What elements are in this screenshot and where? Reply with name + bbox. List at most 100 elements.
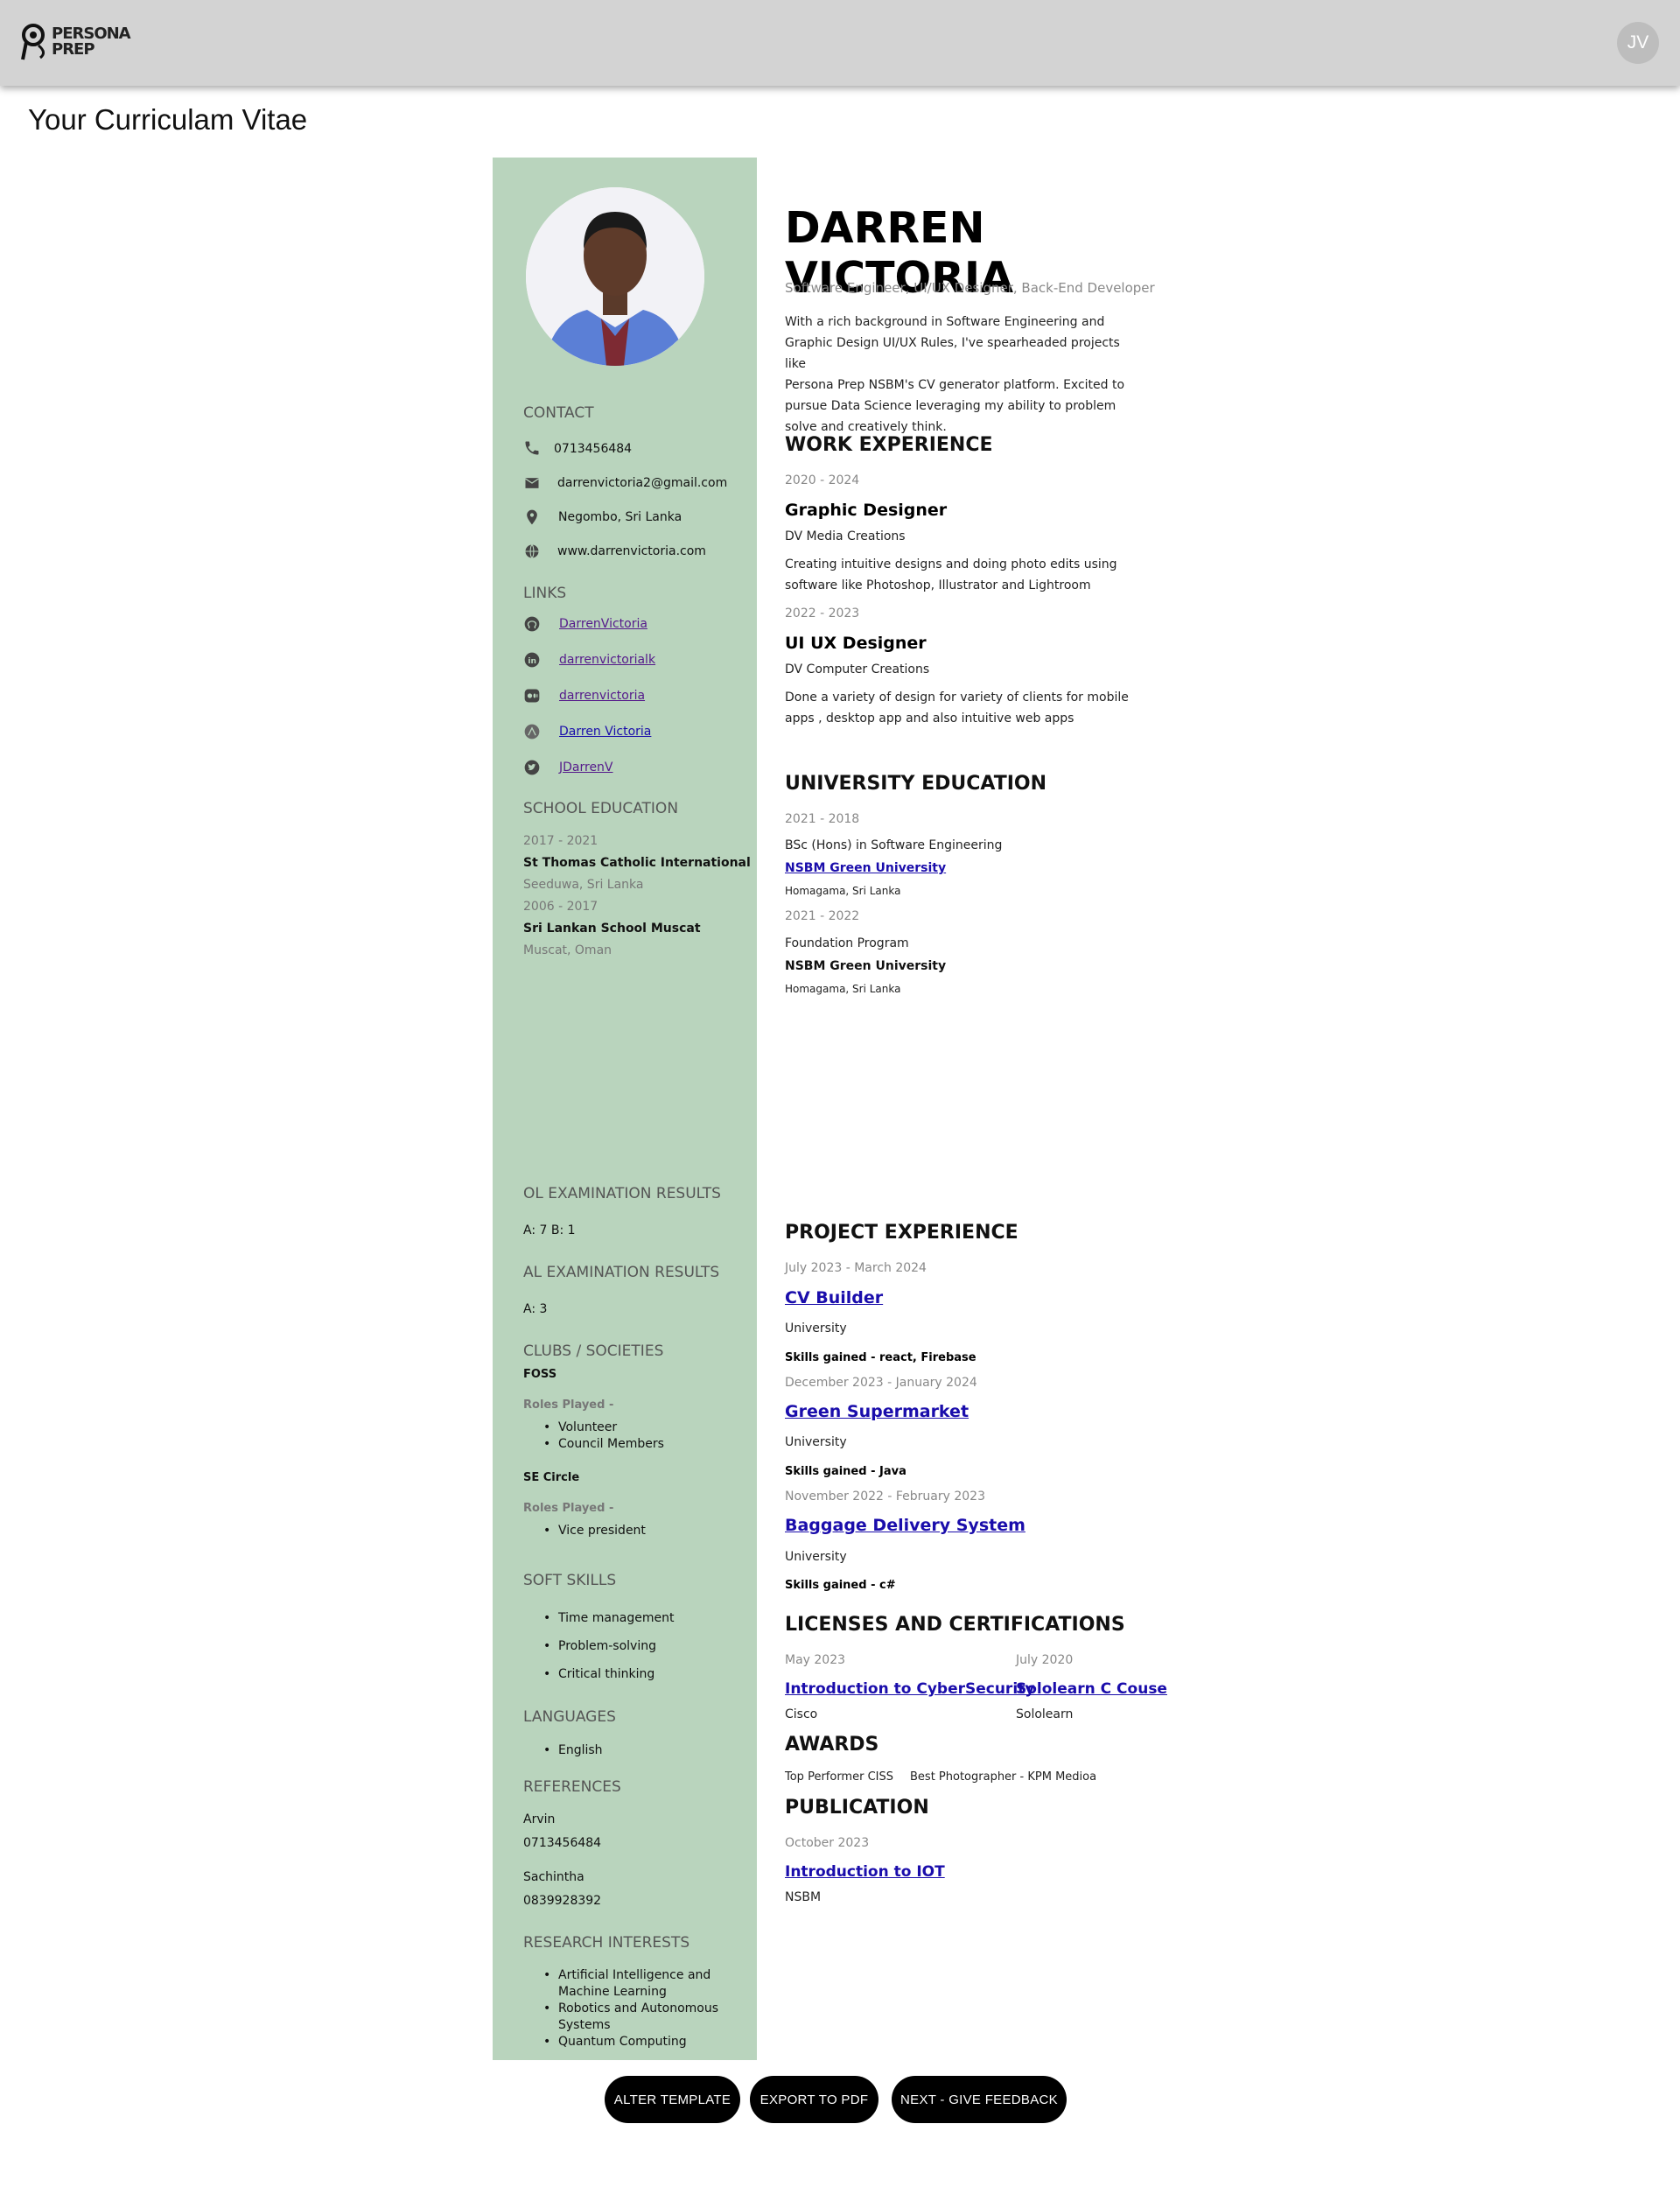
work-experience-heading: WORK EXPERIENCE (785, 434, 993, 456)
page-title: Your Curriculam Vitae (28, 103, 308, 136)
work-company: DV Media Creations (785, 529, 906, 543)
research-item-cont: Machine Learning (558, 1985, 667, 1999)
work-description: Done a variety of design for variety of … (785, 690, 1129, 725)
logo-mark-icon (21, 24, 45, 60)
top-app-bar: PERSONA PREP JV (0, 0, 1680, 86)
school-name: Sri Lankan School Muscat (523, 922, 701, 936)
project-skills: Skills gained - Java (785, 1465, 906, 1478)
project-dates: December 2023 - January 2024 (785, 1376, 977, 1390)
publication-heading: PUBLICATION (785, 1797, 929, 1819)
club-role-item: Vice president (543, 1524, 646, 1538)
license-title-link[interactable]: Sololearn C Couse (1016, 1680, 1167, 1698)
al-results-heading: AL EXAMINATION RESULTS (523, 1264, 720, 1281)
reference-phone: 0839928392 (523, 1894, 602, 1908)
contact-heading: CONTACT (523, 404, 594, 422)
research-item: Robotics and Autonomous (543, 2001, 718, 2015)
phone-icon (525, 441, 539, 455)
university-place: Homagama, Sri Lanka (785, 983, 901, 995)
reference-name: Sachintha (523, 1870, 584, 1884)
project-experience-heading: PROJECT EXPERIENCE (785, 1222, 1018, 1244)
project-title-link[interactable]: Baggage Delivery System (785, 1516, 1026, 1535)
reference-phone: 0713456484 (523, 1836, 602, 1850)
user-avatar-button[interactable]: JV (1617, 22, 1659, 64)
award-item: Top Performer CISS (785, 1770, 893, 1784)
publication-title-link[interactable]: Introduction to IOT (785, 1863, 945, 1881)
work-title: UI UX Designer (785, 634, 927, 653)
school-education-heading: SCHOOL EDUCATION (523, 800, 679, 817)
languages-heading: LANGUAGES (523, 1708, 616, 1726)
twitter-icon (524, 760, 540, 775)
linkedin-icon: in (524, 652, 540, 668)
university-place: Homagama, Sri Lanka (785, 885, 901, 897)
club-role-item: Volunteer (543, 1420, 617, 1434)
alter-template-button[interactable]: ALTER TEMPLATE (605, 2076, 740, 2123)
project-org: University (785, 1321, 847, 1335)
license-issuer: Cisco (785, 1707, 818, 1721)
soft-skill-item: Problem-solving (543, 1639, 656, 1653)
club-role-item: Council Members (543, 1437, 664, 1451)
logo-text: PERSONA PREP (52, 25, 131, 59)
reference-name: Arvin (523, 1812, 556, 1826)
research-item: Quantum Computing (543, 2035, 687, 2049)
svg-text:in: in (528, 656, 536, 666)
export-pdf-button[interactable]: EXPORT TO PDF (750, 2076, 878, 2123)
globe-icon (525, 544, 539, 558)
behance-link[interactable]: Darren Victoria (559, 725, 651, 739)
project-title-link[interactable]: Green Supermarket (785, 1402, 969, 1421)
research-heading: RESEARCH INTERESTS (523, 1934, 690, 1952)
email-icon (525, 478, 539, 488)
project-skills: Skills gained - react, Firebase (785, 1351, 976, 1364)
medium-link[interactable]: darrenvictoria (559, 689, 645, 703)
behance-icon (524, 724, 540, 740)
club-roles-label: Roles Played - (523, 1502, 614, 1515)
license-title-link[interactable]: Introduction to CyberSecurity (785, 1680, 1034, 1698)
contact-location: Negombo, Sri Lanka (558, 510, 682, 524)
soft-skills-heading: SOFT SKILLS (523, 1572, 617, 1589)
linkedin-link[interactable]: darrenvictorialk (559, 653, 655, 667)
work-years: 2020 - 2024 (785, 473, 860, 487)
language-item: English (543, 1743, 602, 1757)
cv-summary: With a rich background in Software Engin… (785, 315, 1125, 434)
github-link[interactable]: DarrenVictoria (559, 617, 648, 631)
twitter-link[interactable]: JDarrenV (559, 761, 613, 775)
cv-preview: CONTACT 0713456484 darrenvictoria2@gmail… (493, 158, 1181, 2060)
publication-date: October 2023 (785, 1836, 870, 1850)
university-degree: Foundation Program (785, 936, 909, 950)
project-title-link[interactable]: CV Builder (785, 1288, 883, 1307)
school-years: 2006 - 2017 (523, 900, 598, 914)
persona-prep-logo[interactable]: PERSONA PREP (21, 23, 131, 63)
project-org: University (785, 1435, 847, 1449)
references-heading: REFERENCES (523, 1778, 621, 1796)
github-icon (524, 616, 540, 632)
university-institution-link[interactable]: NSBM Green University (785, 861, 946, 875)
awards-heading: AWARDS (785, 1734, 879, 1756)
school-years: 2017 - 2021 (523, 834, 598, 848)
al-results-value: A: 3 (523, 1302, 548, 1316)
cv-sidebar: CONTACT 0713456484 darrenvictoria2@gmail… (493, 158, 757, 2060)
work-company: DV Computer Creations (785, 662, 930, 676)
project-skills: Skills gained - c# (785, 1579, 896, 1592)
medium-icon (524, 689, 540, 703)
profile-photo (526, 187, 704, 366)
cv-tagline: Software Engineer, UI/UX Designer, Back-… (785, 280, 1155, 296)
university-years: 2021 - 2022 (785, 909, 860, 923)
university-years: 2021 - 2018 (785, 812, 860, 826)
work-description: Creating intuitive designs and doing pho… (785, 557, 1117, 592)
club-roles-label: Roles Played - (523, 1398, 614, 1412)
license-date: May 2023 (785, 1653, 846, 1667)
contact-phone: 0713456484 (554, 442, 633, 456)
work-years: 2022 - 2023 (785, 606, 860, 620)
soft-skill-item: Time management (543, 1611, 674, 1625)
license-date: July 2020 (1016, 1653, 1074, 1667)
soft-skill-item: Critical thinking (543, 1667, 654, 1681)
school-place: Seeduwa, Sri Lanka (523, 878, 644, 892)
club-name: FOSS (523, 1368, 557, 1381)
next-give-feedback-button[interactable]: NEXT - GIVE FEEDBACK (892, 2076, 1067, 2123)
publication-publisher: NSBM (785, 1890, 822, 1904)
university-degree: BSc (Hons) in Software Engineering (785, 838, 1003, 852)
ol-results-heading: OL EXAMINATION RESULTS (523, 1185, 721, 1202)
school-name: St Thomas Catholic International (523, 856, 751, 870)
project-org: University (785, 1550, 847, 1564)
clubs-heading: CLUBS / SOCIETIES (523, 1342, 664, 1360)
contact-website: www.darrenvictoria.com (557, 544, 706, 558)
